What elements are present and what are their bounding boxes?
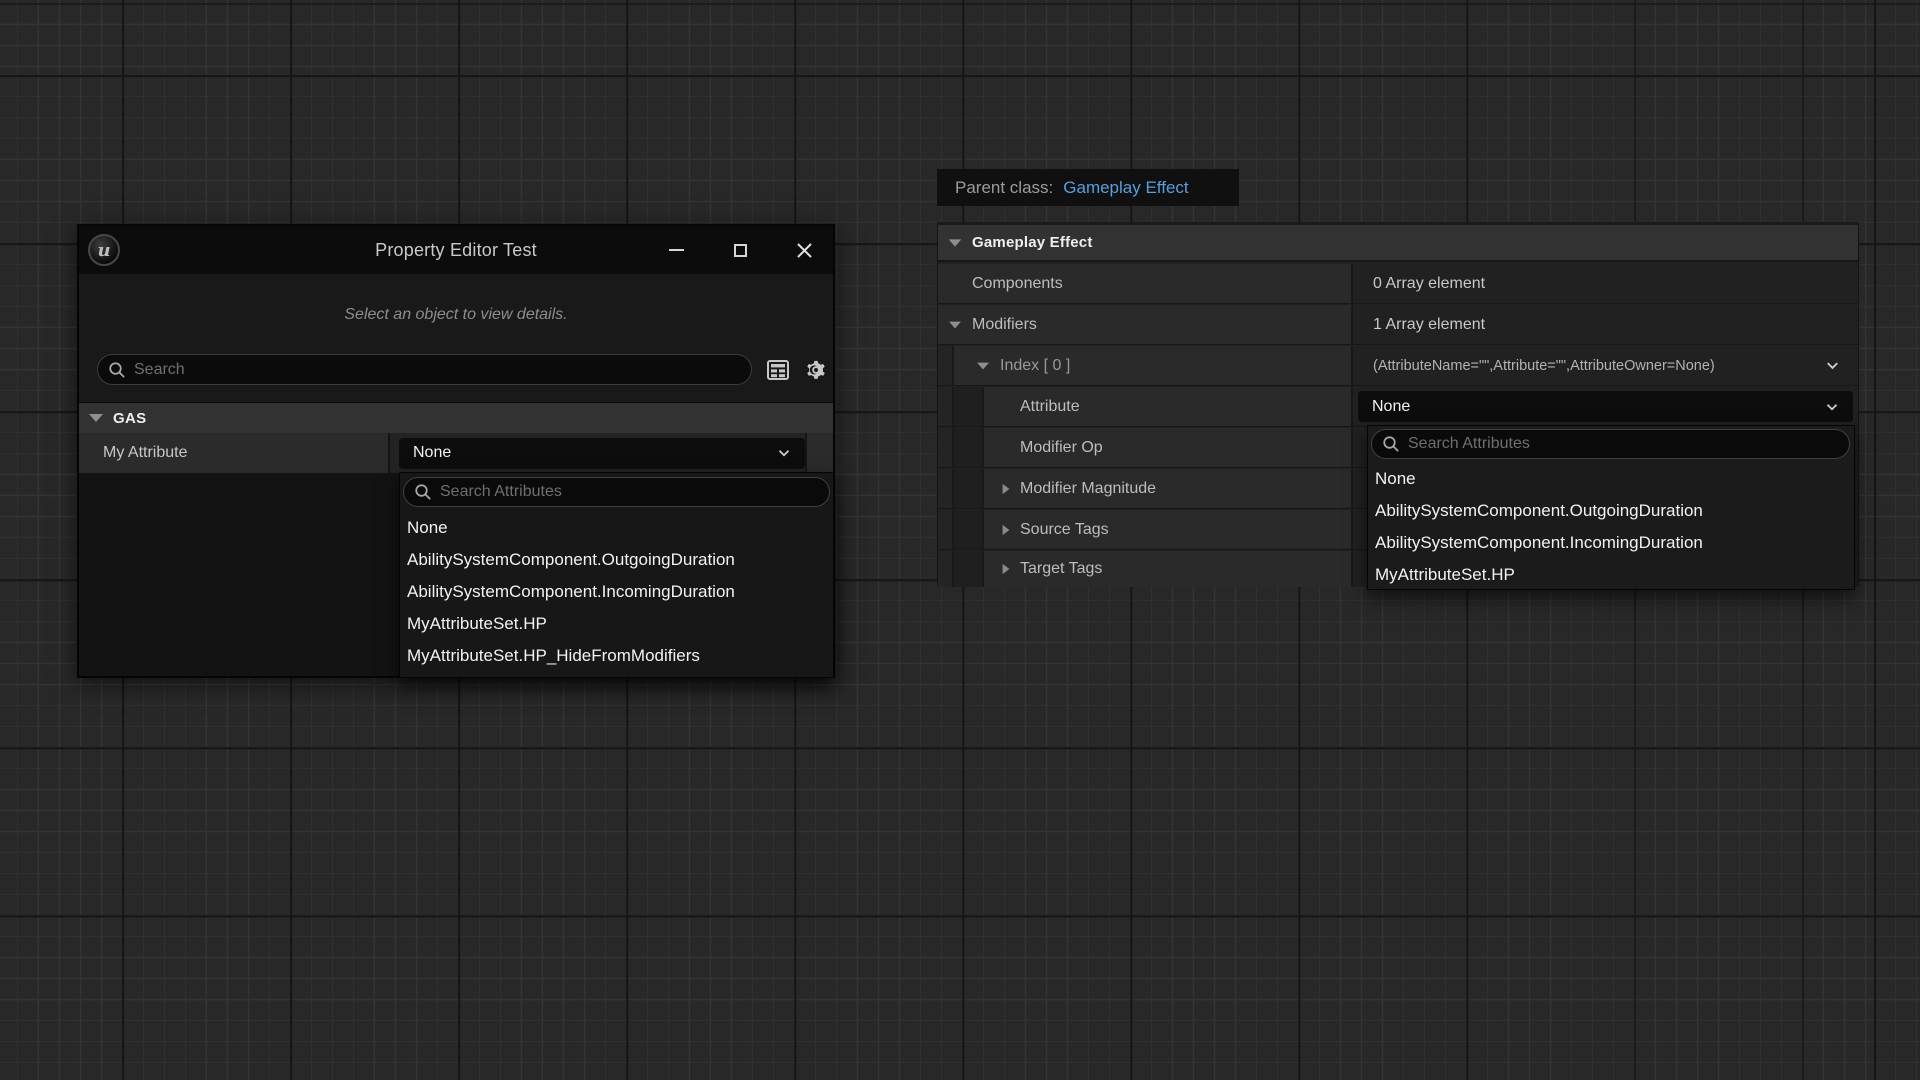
search-icon [414,483,432,501]
indent-guide [954,428,984,467]
attribute-search-input[interactable] [440,483,819,501]
window-titlebar[interactable]: u Property Editor Test [79,226,833,274]
indent-guide [938,387,954,426]
row-splitter-cell [805,433,833,473]
indent-guide [954,469,984,508]
parent-class-label: Parent class: [955,178,1053,198]
dropdown-option[interactable]: AbilitySystemComponent.OutgoingDuration [400,544,833,576]
parent-class-bar: Parent class: Gameplay Effect [937,169,1239,206]
parent-class-link[interactable]: Gameplay Effect [1063,178,1188,198]
indent-guide [938,346,954,385]
index-label: Index [ 0 ] [1000,357,1070,375]
expander-right-icon[interactable] [1003,524,1010,534]
indent-guide [938,469,954,508]
maximize-icon [734,244,747,257]
attribute-search-box[interactable] [1371,429,1850,459]
components-label: Components [948,275,1063,293]
minimize-icon [669,249,684,251]
display-mode-button[interactable] [766,359,790,381]
modifiers-label: Modifiers [972,316,1037,334]
minimize-button[interactable] [665,239,687,261]
indent-guide [938,428,954,467]
dropdown-option[interactable]: AbilitySystemComponent.OutgoingDuration [1368,495,1854,527]
search-input[interactable] [134,361,741,379]
components-count: 0 Array element [1373,275,1485,293]
struct-preview-text: (AttributeName="",Attribute="",Attribute… [1373,358,1715,374]
dropdown-option[interactable]: AbilitySystemComponent.IncomingDuration [400,576,833,608]
section-label: Gameplay Effect [972,234,1093,251]
expander-down-icon[interactable] [949,321,961,328]
my-attribute-combobox[interactable]: None [399,438,805,469]
attribute-label: Attribute [1020,398,1080,416]
search-icon [108,361,126,379]
search-icon [1382,435,1400,453]
row-index-0: Index [ 0 ] (AttributeName="",Attribute=… [938,346,1858,386]
indent-guide [954,387,984,426]
blueprint-grid-background: u Property Editor Test Select an object … [0,0,1920,1080]
property-value-cell: None [390,433,805,473]
gear-icon [804,358,828,382]
details-search-box[interactable] [97,354,752,385]
indent-guide [954,510,984,549]
combobox-value: None [413,444,451,462]
row-components: Components 0 Array element [938,264,1858,304]
attribute-search-box[interactable] [403,477,830,507]
dropdown-option[interactable]: None [400,512,833,544]
table-view-icon [766,359,790,381]
row-attribute: Attribute None [938,387,1858,427]
dropdown-option[interactable]: MyAttributeSet.HP_HideFromModifiers [400,640,833,672]
chevron-down-icon [1823,398,1841,416]
category-label: GAS [113,410,146,427]
property-row-my-attribute: My Attribute None [79,433,833,474]
attribute-search-input[interactable] [1408,435,1839,453]
empty-details-hint: Select an object to view details. [79,306,833,324]
target-tags-label: Target Tags [1020,560,1102,578]
chevron-down-icon[interactable] [1823,356,1842,375]
attribute-combobox[interactable]: None [1358,391,1853,422]
property-name-cell: My Attribute [79,433,390,473]
category-row-gas[interactable]: GAS [79,402,833,433]
expander-down-icon[interactable] [977,362,989,369]
expander-right-icon[interactable] [1003,564,1010,574]
combobox-value: None [1372,398,1410,416]
attribute-dropdown-menu: None AbilitySystemComponent.OutgoingDura… [399,472,834,678]
attribute-dropdown-menu: None AbilitySystemComponent.OutgoingDura… [1367,425,1855,590]
expander-down-icon[interactable] [949,239,962,246]
indent-guide [938,551,954,587]
maximize-button[interactable] [729,239,751,261]
expander-right-icon[interactable] [1003,483,1010,493]
modifier-op-label: Modifier Op [1020,439,1103,457]
close-icon [796,242,813,259]
section-row-gameplay-effect[interactable]: Gameplay Effect [938,225,1858,262]
indent-guide [954,551,984,587]
close-button[interactable] [793,239,815,261]
expander-down-icon[interactable] [89,414,103,422]
modifiers-count: 1 Array element [1373,316,1485,334]
modifier-magnitude-label: Modifier Magnitude [1020,480,1156,498]
dropdown-option[interactable]: MyAttributeSet.HP [1368,559,1854,591]
indent-guide [938,510,954,549]
dropdown-option[interactable]: MyAttributeSet.HP [400,608,833,640]
dropdown-option[interactable]: None [1368,463,1854,495]
view-options-button[interactable] [804,358,828,382]
chevron-down-icon [775,444,793,462]
source-tags-label: Source Tags [1020,521,1109,539]
dropdown-option[interactable]: AbilitySystemComponent.IncomingDuration [1368,527,1854,559]
row-modifiers: Modifiers 1 Array element [938,305,1858,345]
